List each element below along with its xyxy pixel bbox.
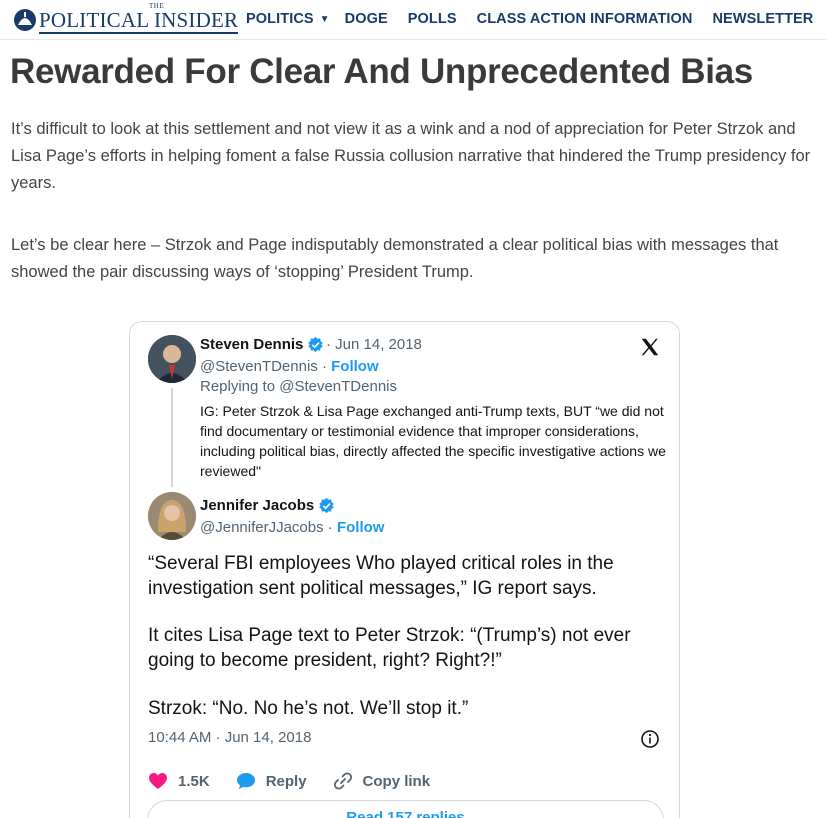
author-handle[interactable]: @JenniferJJacobs bbox=[200, 519, 324, 536]
quoted-author-name[interactable]: Steven Dennis bbox=[200, 336, 324, 353]
reply-bubble-icon bbox=[236, 773, 255, 789]
embedded-tweet: Steven Dennis · Jun 14, 2018 @StevenTDen… bbox=[129, 321, 680, 818]
logo-the: THE bbox=[149, 1, 165, 10]
article-headline: Rewarded For Clear And Unprecedented Bia… bbox=[10, 52, 753, 91]
author-handle-row: @JenniferJJacobs · Follow bbox=[200, 519, 384, 537]
person-avatar-icon bbox=[148, 335, 196, 383]
person-avatar-icon bbox=[148, 492, 196, 540]
like-button[interactable]: 1.5K bbox=[148, 772, 210, 790]
quoted-author-name-text: Steven Dennis bbox=[200, 336, 304, 353]
main-nav: POLITICS ▼ DOGE POLLS CLASS ACTION INFOR… bbox=[246, 0, 813, 38]
capitol-dome-icon bbox=[14, 9, 36, 31]
site-logo[interactable]: THE POLITICAL INSIDER bbox=[13, 2, 239, 34]
quoted-handle[interactable]: @StevenTDennis bbox=[200, 358, 318, 375]
info-icon[interactable] bbox=[640, 729, 660, 749]
tweet-timestamp[interactable]: 10:44 AM · Jun 14, 2018 bbox=[148, 729, 311, 746]
article-paragraph-2: Let’s be clear here – Strzok and Page in… bbox=[11, 236, 779, 281]
nav-politics-label: POLITICS bbox=[246, 11, 314, 27]
follow-steven-button[interactable]: Follow bbox=[331, 358, 379, 375]
tweet-author-name[interactable]: Jennifer Jacobs bbox=[200, 497, 335, 514]
copy-link-label: Copy link bbox=[362, 772, 431, 790]
quoted-handle-row: @StevenTDennis · Follow bbox=[200, 358, 379, 376]
tweet-actions: 1.5K Reply Copy link bbox=[148, 770, 456, 792]
nav-politics[interactable]: POLITICS ▼ bbox=[246, 11, 330, 27]
avatar-jennifer-jacobs[interactable] bbox=[148, 492, 196, 540]
nav-class-action[interactable]: CLASS ACTION INFORMATION bbox=[477, 11, 693, 27]
quoted-tweet-date[interactable]: · Jun 14, 2018 bbox=[326, 336, 422, 353]
tweet-author-name-text: Jennifer Jacobs bbox=[200, 497, 315, 514]
reply-label: Reply bbox=[265, 772, 307, 790]
x-logo-icon[interactable] bbox=[639, 336, 661, 358]
verified-badge-icon bbox=[319, 497, 335, 514]
separator-dot: · bbox=[317, 358, 332, 375]
heart-icon bbox=[149, 773, 167, 789]
nav-polls[interactable]: POLLS bbox=[408, 11, 457, 27]
verified-badge-icon bbox=[308, 336, 324, 353]
tweet-body-line-1: “Several FBI employees Who played critic… bbox=[148, 553, 614, 599]
nav-doge[interactable]: DOGE bbox=[345, 11, 388, 27]
replying-to[interactable]: Replying to @StevenTDennis bbox=[200, 378, 397, 395]
logo-underline bbox=[39, 31, 239, 34]
thread-connector bbox=[171, 388, 173, 487]
nav-newsletter[interactable]: NEWSLETTER bbox=[712, 11, 813, 27]
like-count: 1.5K bbox=[178, 772, 210, 790]
read-replies-button[interactable]: Read 157 replies bbox=[147, 800, 664, 818]
site-header: THE POLITICAL INSIDER POLITICS ▼ DOGE PO… bbox=[0, 0, 827, 40]
quoted-tweet-text: IG: Peter Strzok & Lisa Page exchanged a… bbox=[200, 403, 666, 479]
link-icon bbox=[333, 772, 352, 790]
logo-wordmark: THE POLITICAL INSIDER bbox=[39, 2, 239, 34]
article-paragraph-1: It’s difficult to look at this settlemen… bbox=[11, 120, 811, 192]
avatar-steven-dennis[interactable] bbox=[148, 335, 196, 383]
copy-link-button[interactable]: Copy link bbox=[333, 771, 431, 791]
reply-button[interactable]: Reply bbox=[236, 772, 307, 790]
logo-title: POLITICAL INSIDER bbox=[39, 7, 239, 32]
tweet-body-line-3: Strzok: “No. No he’s not. We’ll stop it.… bbox=[148, 698, 469, 719]
chevron-down-icon: ▼ bbox=[319, 13, 330, 25]
follow-jennifer-button[interactable]: Follow bbox=[337, 519, 385, 536]
tweet-body-line-2: It cites Lisa Page text to Peter Strzok:… bbox=[148, 625, 631, 671]
separator-dot: · bbox=[323, 519, 337, 536]
